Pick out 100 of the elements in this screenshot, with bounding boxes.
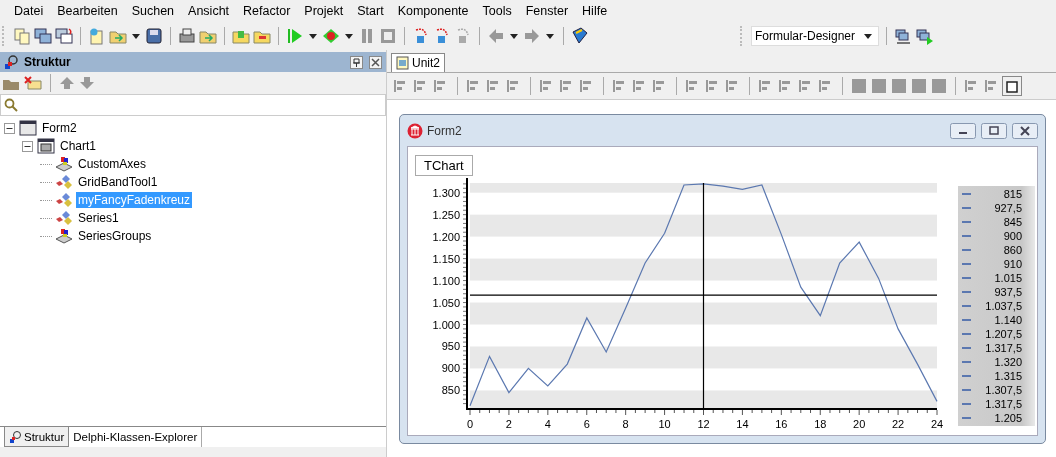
y-tick-label: 1.050 <box>432 296 460 309</box>
x-tick-label: 2 <box>505 418 512 430</box>
panel-tab[interactable]: Struktur <box>4 427 70 447</box>
caret-icon[interactable] <box>510 33 518 39</box>
x-tick-label: 22 <box>891 418 905 430</box>
y-tick-label: 900 <box>441 362 460 375</box>
legend-label: 1.315 <box>994 370 1022 382</box>
collapse-toggle[interactable] <box>4 122 15 134</box>
menu-item[interactable]: Suchen <box>124 4 182 18</box>
close-icon[interactable] <box>1012 122 1038 139</box>
menu-item[interactable]: Datei <box>7 4 51 18</box>
arrow-left-icon[interactable] <box>487 27 505 45</box>
tree-item[interactable]: GridBandTool1 <box>76 174 160 190</box>
play-icon[interactable] <box>286 27 304 45</box>
menu-item[interactable]: Komponente <box>390 4 476 18</box>
panel-title: Struktur <box>24 55 71 69</box>
arrow-right-icon[interactable] <box>523 27 541 45</box>
tool-icon <box>55 174 73 190</box>
menu-item[interactable]: Projekt <box>297 4 351 18</box>
menu-item[interactable]: Start <box>350 4 391 18</box>
menu-item[interactable]: Ansicht <box>181 4 237 18</box>
close-icon[interactable] <box>369 55 382 69</box>
x-tick-label: 18 <box>814 418 827 430</box>
menu-item[interactable]: Hilfe <box>575 4 615 18</box>
arrow-up-icon[interactable] <box>59 75 75 91</box>
file-icon <box>396 56 410 70</box>
square-icon[interactable] <box>871 78 887 94</box>
search-field[interactable] <box>0 94 386 116</box>
y-tick-label: 850 <box>441 384 460 397</box>
legend-line <box>961 333 972 335</box>
menu-item[interactable]: Bearbeiten <box>50 4 125 18</box>
legend-line <box>961 389 972 391</box>
x-tick-label: 14 <box>736 418 749 430</box>
component-icon <box>55 228 73 244</box>
tree-item[interactable]: SeriesGroups <box>76 228 154 244</box>
legend-label: 900 <box>1003 230 1022 242</box>
legend-line <box>961 235 972 237</box>
minimize-icon[interactable] <box>950 122 976 139</box>
legend-line <box>961 263 972 265</box>
stop-icon[interactable] <box>379 27 397 45</box>
legend-line <box>961 347 972 349</box>
legend-label: 815 <box>1003 188 1022 200</box>
editor-tab[interactable]: Unit2 <box>391 53 445 72</box>
caret-icon[interactable] <box>546 33 554 39</box>
frame-icon[interactable] <box>1004 78 1020 94</box>
tree-item[interactable]: Series1 <box>76 210 121 226</box>
x-tick-label: 8 <box>622 418 629 430</box>
x-tick-label: 6 <box>583 418 590 430</box>
search-icon <box>4 98 18 112</box>
tree-item[interactable]: CustomAxes <box>76 156 149 172</box>
y-tick-label: 1.250 <box>432 208 460 221</box>
legend-line <box>961 361 972 363</box>
bug-icon[interactable] <box>322 27 340 45</box>
square-icon[interactable] <box>931 78 947 94</box>
legend-line <box>961 207 972 209</box>
x-tick-label: 12 <box>697 418 710 430</box>
legend-line <box>961 249 972 251</box>
caret-icon[interactable] <box>309 33 317 39</box>
printer-icon[interactable] <box>178 27 196 45</box>
menu-item[interactable]: Refactor <box>236 4 298 18</box>
y-tick-label: 1.150 <box>432 252 460 265</box>
view-combo[interactable]: Formular-Designer <box>751 26 879 46</box>
legend-line <box>961 319 972 321</box>
tree-item[interactable]: Chart1 <box>58 138 99 154</box>
legend-label: 1.015 <box>994 272 1022 284</box>
caret-icon[interactable] <box>132 33 140 39</box>
book-icon[interactable] <box>571 27 589 45</box>
y-tick-label: 1.200 <box>432 230 460 243</box>
arrow-down-icon[interactable] <box>79 75 95 91</box>
new-file-icon[interactable] <box>88 27 106 45</box>
legend-label: 937,5 <box>994 286 1022 298</box>
legend-line <box>961 291 972 293</box>
legend-label: 1.317,5 <box>985 398 1022 410</box>
tree-item[interactable]: Form2 <box>40 120 79 136</box>
y-tick-label: 950 <box>441 340 460 353</box>
maximize-icon[interactable] <box>981 122 1007 139</box>
menu-item[interactable]: Tools <box>475 4 519 18</box>
caret-icon[interactable] <box>864 33 872 39</box>
windows-icon[interactable] <box>915 27 933 45</box>
caret-icon[interactable] <box>345 33 353 39</box>
swap-icon[interactable] <box>55 27 73 45</box>
tool-icon <box>55 192 73 208</box>
menu-item[interactable]: Fenster <box>518 4 576 18</box>
windows-icon[interactable] <box>894 27 912 45</box>
legend-label: 1.320 <box>994 356 1022 368</box>
windows-icon[interactable] <box>34 27 52 45</box>
collapse-toggle[interactable] <box>22 140 33 152</box>
legend-label: 860 <box>1003 244 1022 256</box>
x-tick-label: 0 <box>466 418 474 430</box>
square-icon[interactable] <box>911 78 927 94</box>
chart-title: TChart <box>415 155 473 176</box>
window-icon <box>37 138 55 154</box>
x-tick-label: 10 <box>658 418 671 430</box>
pin-icon[interactable] <box>350 55 363 69</box>
square-icon[interactable] <box>891 78 907 94</box>
legend-label: 1.317,5 <box>985 342 1022 354</box>
y-tick-label: 1.300 <box>432 186 460 199</box>
delete-icon[interactable] <box>24 75 42 91</box>
square-icon[interactable] <box>851 78 867 94</box>
legend-line <box>961 403 972 405</box>
